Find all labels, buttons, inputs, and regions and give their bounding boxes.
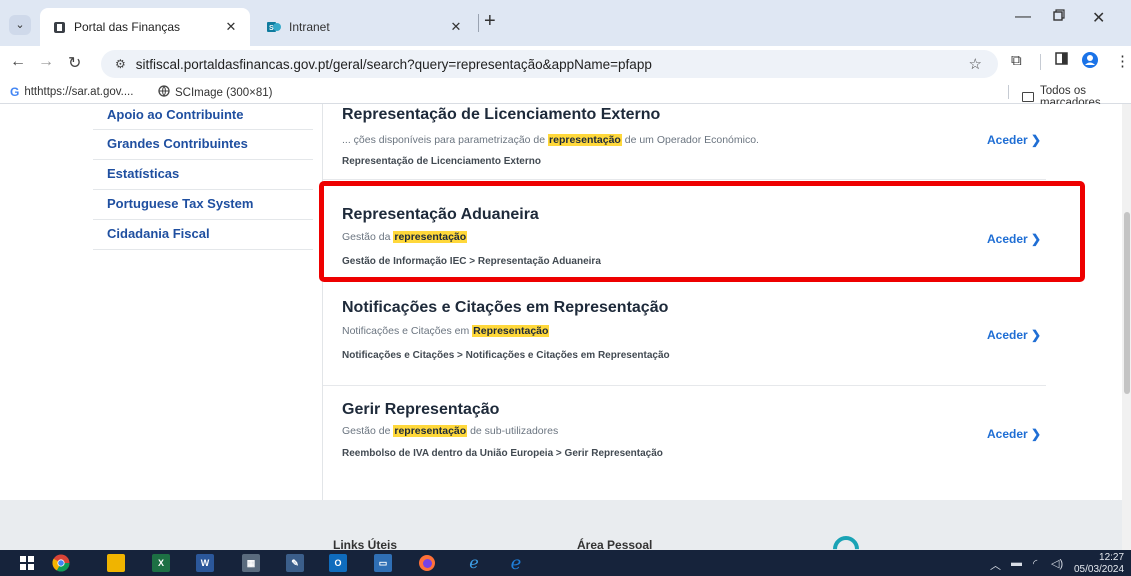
footer-links-heading: Links Úteis bbox=[333, 538, 398, 550]
logo-arc-icon bbox=[827, 530, 865, 550]
page-content: Apoio ao Contribuinte Grandes Contribuin… bbox=[0, 104, 1131, 550]
tab-intranet[interactable]: S Intranet ✕ bbox=[255, 8, 475, 46]
bookmarks-bar: G htthttps://sar.at.gov.... SCImage (300… bbox=[0, 80, 1131, 109]
result-path: Notificações e Citações > Notificações e… bbox=[342, 350, 670, 361]
globe-icon bbox=[158, 85, 170, 100]
file-explorer-icon[interactable] bbox=[107, 554, 125, 572]
close-tab-icon[interactable]: ✕ bbox=[222, 19, 240, 35]
sidebar-item-tax-system[interactable]: Portuguese Tax System bbox=[93, 190, 313, 220]
result-path: Representação de Licenciamento Externo bbox=[342, 156, 541, 167]
windows-start-icon[interactable] bbox=[18, 554, 36, 572]
bookmark-label: SCImage (300×81) bbox=[175, 86, 273, 99]
system-clock[interactable]: 12:27 05/03/2024 bbox=[1074, 552, 1124, 576]
extensions-icon[interactable]: ⧉ bbox=[1011, 52, 1022, 69]
sidebar-item-apoio[interactable]: Apoio ao Contribuinte bbox=[93, 104, 313, 130]
restore-icon[interactable] bbox=[1053, 8, 1065, 26]
tray-chevron-icon[interactable]: ︿ bbox=[990, 557, 1001, 573]
close-window-icon[interactable]: ✕ bbox=[1092, 8, 1105, 28]
toolbar-divider bbox=[1040, 54, 1041, 70]
aceder-link[interactable]: Aceder ❯ bbox=[987, 133, 1041, 147]
toolbar: ← → ↻ ⚙ sitfiscal.portaldasfinancas.gov.… bbox=[0, 46, 1131, 80]
sidebar-item-grandes-contribuintes[interactable]: Grandes Contribuintes bbox=[93, 130, 313, 160]
edge-legacy-icon[interactable]: ℯ bbox=[507, 553, 525, 573]
result-snippet: Notificações e Citações em Representação bbox=[342, 325, 550, 337]
word-icon[interactable]: W bbox=[196, 554, 214, 572]
search-result: Notificações e Citações em Representação… bbox=[323, 280, 1046, 386]
site-settings-icon[interactable]: ⚙ bbox=[115, 57, 126, 71]
result-snippet: Gestão de representação de sub-utilizado… bbox=[342, 425, 559, 437]
sidebar-nav: Apoio ao Contribuinte Grandes Contribuin… bbox=[93, 104, 313, 250]
scrollbar-thumb[interactable] bbox=[1124, 212, 1130, 394]
highlight-term: representação bbox=[393, 425, 468, 437]
bookmark-star-icon[interactable]: ☆ bbox=[969, 55, 982, 73]
tab-portal-financas[interactable]: Portal das Finanças ✕ bbox=[40, 8, 250, 46]
excel-icon[interactable]: X bbox=[152, 554, 170, 572]
close-tab-icon[interactable]: ✕ bbox=[447, 19, 465, 35]
side-panel-icon[interactable] bbox=[1055, 52, 1068, 69]
url-text: sitfiscal.portaldasfinancas.gov.pt/geral… bbox=[135, 56, 652, 72]
search-result: Representação de Licenciamento Externo .… bbox=[323, 104, 1046, 180]
volume-icon[interactable]: ◁) bbox=[1051, 557, 1063, 570]
highlight-term: representação bbox=[548, 134, 622, 146]
tab-title: Intranet bbox=[289, 20, 330, 34]
address-bar[interactable]: ⚙ sitfiscal.portaldasfinancas.gov.pt/ger… bbox=[101, 50, 998, 78]
svg-text:S: S bbox=[269, 25, 274, 32]
google-icon: G bbox=[10, 85, 20, 99]
clock-date: 05/03/2024 bbox=[1074, 564, 1125, 575]
firefox-icon[interactable] bbox=[418, 554, 436, 572]
result-title[interactable]: Gerir Representação bbox=[342, 401, 499, 419]
tab-title: Portal das Finanças bbox=[74, 20, 181, 34]
tab-divider bbox=[478, 14, 479, 32]
result-snippet: ... ções disponíveis para parametrização… bbox=[342, 134, 759, 146]
footer-personal-heading: Área Pessoal bbox=[577, 538, 653, 550]
search-result: Gerir Representação Gestão de representa… bbox=[323, 386, 1046, 478]
bookmarks-divider bbox=[1008, 85, 1009, 99]
folder-icon bbox=[1022, 92, 1034, 102]
wifi-icon[interactable]: ◜ bbox=[1033, 557, 1037, 570]
new-tab-button[interactable]: + bbox=[484, 10, 496, 33]
battery-icon[interactable]: ▬ bbox=[1011, 557, 1022, 569]
forward-arrow-icon[interactable]: → bbox=[38, 53, 54, 71]
sharepoint-favicon-icon: S bbox=[267, 20, 281, 34]
tab-search-button[interactable]: ⌄ bbox=[9, 15, 31, 35]
annotation-highlight-box bbox=[319, 181, 1085, 282]
remote-desktop-icon[interactable]: ▭ bbox=[374, 554, 392, 572]
internet-explorer-icon[interactable]: ℯ bbox=[465, 554, 483, 572]
highlight-term: Representação bbox=[472, 325, 550, 337]
outlook-icon[interactable]: O bbox=[329, 554, 347, 572]
sidebar-item-cidadania-fiscal[interactable]: Cidadania Fiscal bbox=[93, 220, 313, 250]
aceder-link[interactable]: Aceder ❯ bbox=[987, 427, 1041, 441]
bookmark-sar[interactable]: G htthttps://sar.at.gov.... bbox=[10, 85, 133, 99]
reload-icon[interactable]: ↻ bbox=[68, 53, 81, 73]
portal-favicon-icon bbox=[52, 20, 66, 34]
result-path: Reembolso de IVA dentro da União Europei… bbox=[342, 448, 663, 459]
page-footer: Links Úteis Área Pessoal bbox=[0, 500, 1122, 550]
bookmark-scimage[interactable]: SCImage (300×81) bbox=[158, 85, 273, 100]
back-arrow-icon[interactable]: ← bbox=[10, 53, 26, 71]
sidebar-item-estatisticas[interactable]: Estatísticas bbox=[93, 160, 313, 190]
clock-time: 12:27 bbox=[1099, 552, 1125, 563]
minimize-icon[interactable]: — bbox=[1015, 8, 1031, 26]
calculator-icon[interactable]: ▦ bbox=[242, 554, 260, 572]
chrome-icon[interactable] bbox=[52, 554, 70, 572]
snipping-tool-icon[interactable]: ✎ bbox=[286, 554, 304, 572]
result-title[interactable]: Representação de Licenciamento Externo bbox=[342, 106, 660, 124]
tab-strip: ⌄ Portal das Finanças ✕ S Intranet ✕ + —… bbox=[0, 0, 1131, 46]
profile-avatar-icon[interactable] bbox=[1082, 52, 1098, 72]
aceder-link[interactable]: Aceder ❯ bbox=[987, 328, 1041, 342]
windows-taskbar: X W ▦ ✎ O ▭ ℯ ℯ ︿ ▬ ◜ ◁) 12:27 05/03/202… bbox=[0, 550, 1131, 576]
bookmark-label: htthttps://sar.at.gov.... bbox=[24, 86, 134, 98]
result-title[interactable]: Notificações e Citações em Representação bbox=[342, 299, 668, 317]
menu-kebab-icon[interactable]: ⋮ bbox=[1115, 52, 1130, 70]
